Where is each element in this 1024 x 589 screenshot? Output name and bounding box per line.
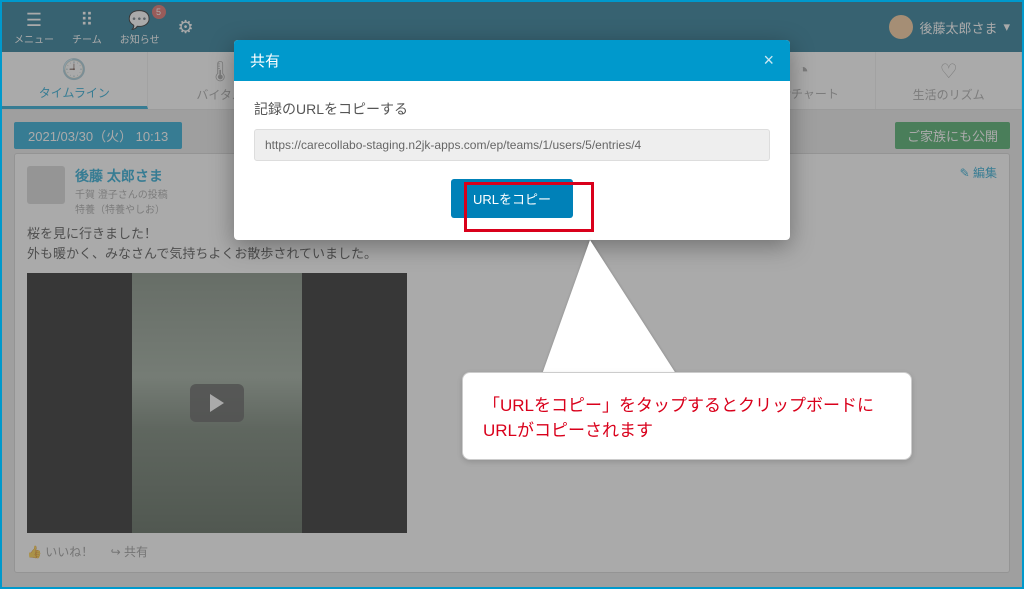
- callout-annotation: 「URLをコピー」をタップするとクリップボードにURLがコピーされます: [462, 372, 912, 460]
- share-modal: 共有 × 記録のURLをコピーする https://carecollabo-st…: [234, 40, 790, 240]
- url-field[interactable]: https://carecollabo-staging.n2jk-apps.co…: [254, 129, 770, 161]
- modal-header: 共有 ×: [234, 40, 790, 81]
- callout-tail: [540, 240, 680, 380]
- modal-title: 共有: [250, 50, 280, 71]
- close-icon[interactable]: ×: [763, 50, 774, 71]
- copy-url-button[interactable]: URLをコピー: [451, 179, 573, 218]
- modal-label: 記録のURLをコピーする: [254, 99, 770, 119]
- callout-text: 「URLをコピー」をタップするとクリップボードにURLがコピーされます: [483, 396, 874, 440]
